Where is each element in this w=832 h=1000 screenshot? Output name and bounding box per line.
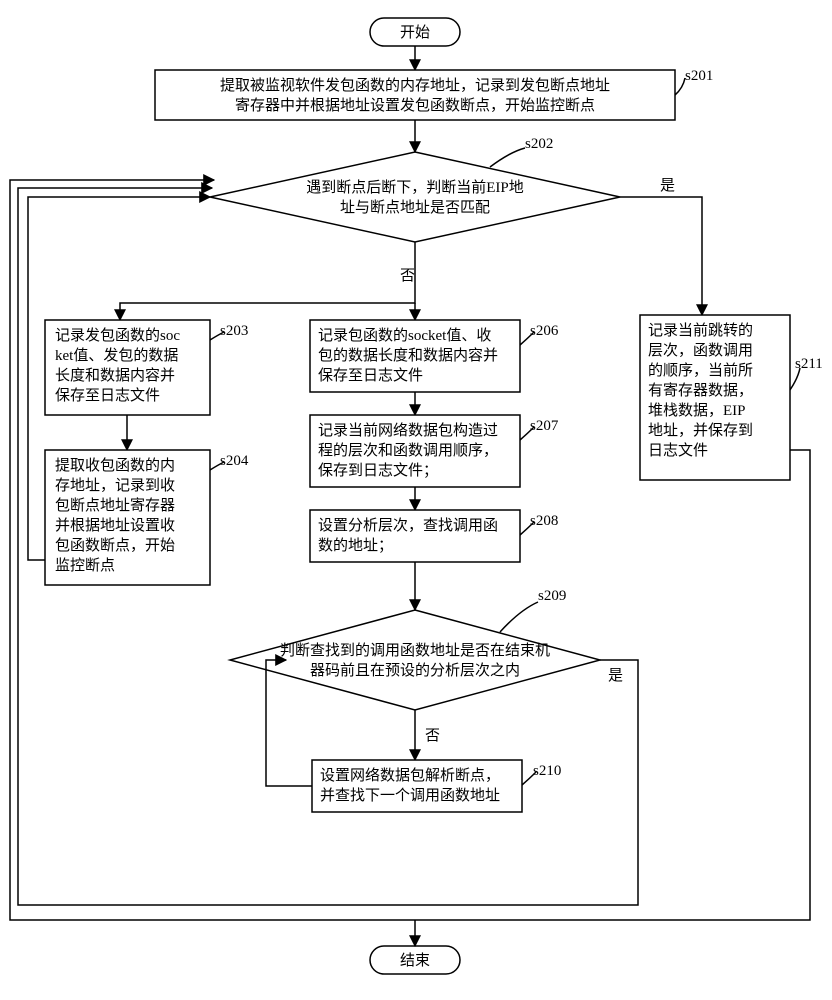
leader-s209 (500, 602, 538, 632)
leader-s201 (675, 78, 685, 95)
s211-line7: 日志文件 (648, 442, 708, 459)
s201-line2: 寄存器中并根据地址设置发包函数断点，开始监控断点 (235, 96, 595, 114)
s210-line1: 设置网络数据包解析断点， (320, 767, 500, 784)
s203-line3: 长度和数据内容并 (55, 367, 175, 384)
s211-line2: 层次，函数调用 (648, 342, 753, 359)
edge-yes-1: 是 (660, 178, 675, 194)
s204-line5: 包函数断点，开始 (55, 537, 175, 554)
s203-line2: ket值、发包的数据 (55, 347, 178, 364)
s211-line3: 的顺序，当前所 (648, 362, 753, 379)
label-s206: s206 (530, 323, 559, 339)
s207-line2: 程的层次和函数调用顺序， (318, 442, 498, 459)
s207-line3: 保存到日志文件； (318, 462, 438, 479)
label-s201: s201 (685, 68, 713, 84)
s206-line2: 包的数据长度和数据内容并 (318, 347, 498, 364)
s204-line1: 提取收包函数的内 (55, 457, 175, 474)
end-label: 结束 (400, 952, 430, 969)
label-s207: s207 (530, 418, 559, 434)
s208-line1: 设置分析层次，查找调用函 (318, 517, 498, 534)
s204-line4: 并根据地址设置收 (55, 517, 175, 534)
s201-line1: 提取被监视软件发包函数的内存地址，记录到发包断点地址 (220, 77, 610, 94)
s208-line2: 数的地址； (318, 537, 393, 554)
s211-line6: 地址，并保存到 (648, 422, 753, 439)
s206-line1: 记录包函数的socket值、收 (318, 327, 491, 344)
s202-line1: 遇到断点后断下，判断当前EIP地 (306, 179, 524, 196)
node-s202 (210, 152, 620, 242)
s203-line4: 保存至日志文件 (55, 387, 160, 404)
s206-line3: 保存至日志文件 (318, 367, 423, 384)
start-label: 开始 (400, 24, 430, 41)
s210-line2: 并查找下一个调用函数地址 (320, 787, 500, 804)
s204-line3: 包断点地址寄存器 (55, 496, 175, 514)
flowchart-svg: 开始 提取被监视软件发包函数的内存地址，记录到发包断点地址 寄存器中并根据地址设… (0, 0, 832, 1000)
s207-line1: 记录当前网络数据包构造过 (318, 422, 498, 439)
s203-line1: 记录发包函数的soc (55, 327, 180, 344)
s209-line1: 判断查找到的调用函数地址是否在结束机 (280, 642, 550, 659)
s202-line2: 址与断点地址是否匹配 (340, 199, 490, 216)
s209-line2: 器码前且在预设的分析层次之内 (310, 662, 520, 679)
leader-s202 (490, 148, 525, 167)
label-s204: s204 (220, 453, 249, 469)
edge-no-1: 否 (400, 268, 415, 284)
label-s209: s209 (538, 588, 566, 604)
label-s208: s208 (530, 513, 558, 529)
label-s202: s202 (525, 136, 553, 152)
edge-no-2: 否 (425, 728, 440, 744)
s204-line6: 监控断点 (55, 557, 115, 574)
label-s203: s203 (220, 323, 248, 339)
s211-line1: 记录当前跳转的 (648, 322, 753, 339)
s211-line4: 有寄存器数据， (648, 381, 753, 399)
s204-line2: 存地址，记录到收 (55, 477, 175, 494)
edge-s202-s211 (620, 197, 702, 315)
label-s210: s210 (533, 763, 561, 779)
edge-s202-s203 (120, 242, 415, 320)
s211-line5: 堆栈数据，EIP (648, 402, 746, 419)
edge-yes-2: 是 (608, 668, 623, 684)
